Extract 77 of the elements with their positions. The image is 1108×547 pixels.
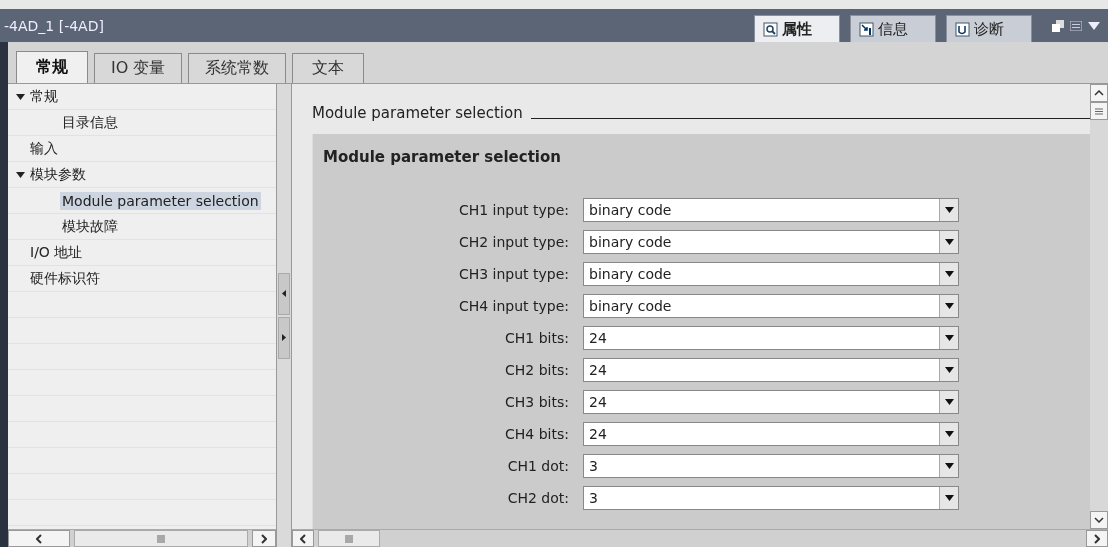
field-label: CH2 input type: [457,234,569,250]
inspector-tab[interactable]: 诊断 [946,15,1032,42]
chevron-right-icon [261,533,267,544]
tab[interactable]: IO 变量 [94,53,183,83]
dropdown-field[interactable]: 24 [583,390,959,414]
tree-item[interactable]: I/O 地址 [28,243,85,263]
field-label: CH4 bits: [504,426,569,442]
tab[interactable]: 系统常数 [188,53,287,83]
tree-item[interactable]: 硬件标识符 [28,269,102,289]
caret-icon [944,463,954,469]
scroll-right-button[interactable] [252,530,276,547]
panel-title: Module parameter selection [323,148,562,166]
chevron-down-icon [1094,517,1104,523]
scroll-down-button[interactable] [1090,511,1108,529]
dropdown-field[interactable]: binary code [583,198,959,222]
tab[interactable]: 常规 [16,51,88,83]
dropdown-field[interactable]: 24 [583,326,959,350]
chevron-up-icon [1094,90,1104,96]
dropdown-field[interactable]: 3 [583,454,959,478]
caret-icon [944,207,954,213]
tree-item[interactable]: 输入 [28,139,60,159]
field-label: CH3 bits: [504,394,569,410]
field-label: CH2 bits: [504,362,569,378]
field-label: CH3 input type: [457,266,569,282]
field-label: CH1 input type: [457,202,569,218]
caret-icon [944,303,954,309]
field-label: CH1 bits: [504,330,569,346]
dropdown-field[interactable]: binary code [583,262,959,286]
tree-item[interactable]: 目录信息 [60,113,120,133]
scrollbar-thumb[interactable] [1090,102,1108,120]
expanded-triangle-icon [15,94,25,100]
scrollbar-thumb[interactable] [318,530,380,547]
caret-icon [944,335,954,341]
tree-item[interactable]: 模块故障 [60,217,120,237]
magnifier-icon [763,21,778,37]
caret-icon [944,399,954,405]
tree-item[interactable]: Module parameter selection [60,192,261,210]
dropdown-field[interactable]: 24 [583,422,959,446]
field-label: CH1 dot: [506,458,569,474]
tab[interactable]: 文本 [292,53,365,83]
grip-icon [157,534,165,543]
right-triangle-icon [282,334,286,341]
diagnostics-icon [955,21,970,37]
tree-item[interactable]: 模块参数 [28,165,88,185]
scroll-up-button[interactable] [1090,84,1108,102]
caret-icon [944,367,954,373]
scroll-right-button[interactable] [1086,530,1108,547]
caret-icon [944,431,954,437]
dropdown-field[interactable]: 24 [583,358,959,382]
collapse-panel-button[interactable] [278,272,290,315]
dropdown-field[interactable]: 3 [583,486,959,510]
scrollbar-thumb[interactable] [74,530,248,547]
expand-panel-button[interactable] [278,316,290,359]
dropdown-triangle-icon [1088,21,1100,30]
caret-icon [944,271,954,277]
left-triangle-icon [282,290,286,297]
inspector-tab[interactable]: 信息 [850,15,936,42]
scroll-left-button[interactable] [8,530,70,547]
chevron-right-icon [1094,533,1100,544]
grip-icon [345,534,353,543]
window-title: -4AD_1 [-4AD] [4,17,105,34]
section-heading: Module parameter selection [312,104,523,122]
restore-window-icon [1052,19,1064,32]
menu-icon [1070,20,1082,31]
tree-item[interactable]: 常规 [28,87,60,107]
dropdown-field[interactable]: binary code [583,294,959,318]
chevron-left-icon [300,533,306,544]
chevron-left-icon [36,533,42,544]
field-label: CH2 dot: [506,490,569,506]
expanded-triangle-icon [15,172,25,178]
caret-icon [944,239,954,245]
dropdown-field[interactable]: binary code [583,230,959,254]
caret-icon [944,495,954,501]
scroll-left-button[interactable] [292,530,314,547]
field-label: CH4 input type: [457,298,569,314]
grip-icon [1095,107,1103,115]
inspector-tab[interactable]: 属性 [754,15,840,42]
